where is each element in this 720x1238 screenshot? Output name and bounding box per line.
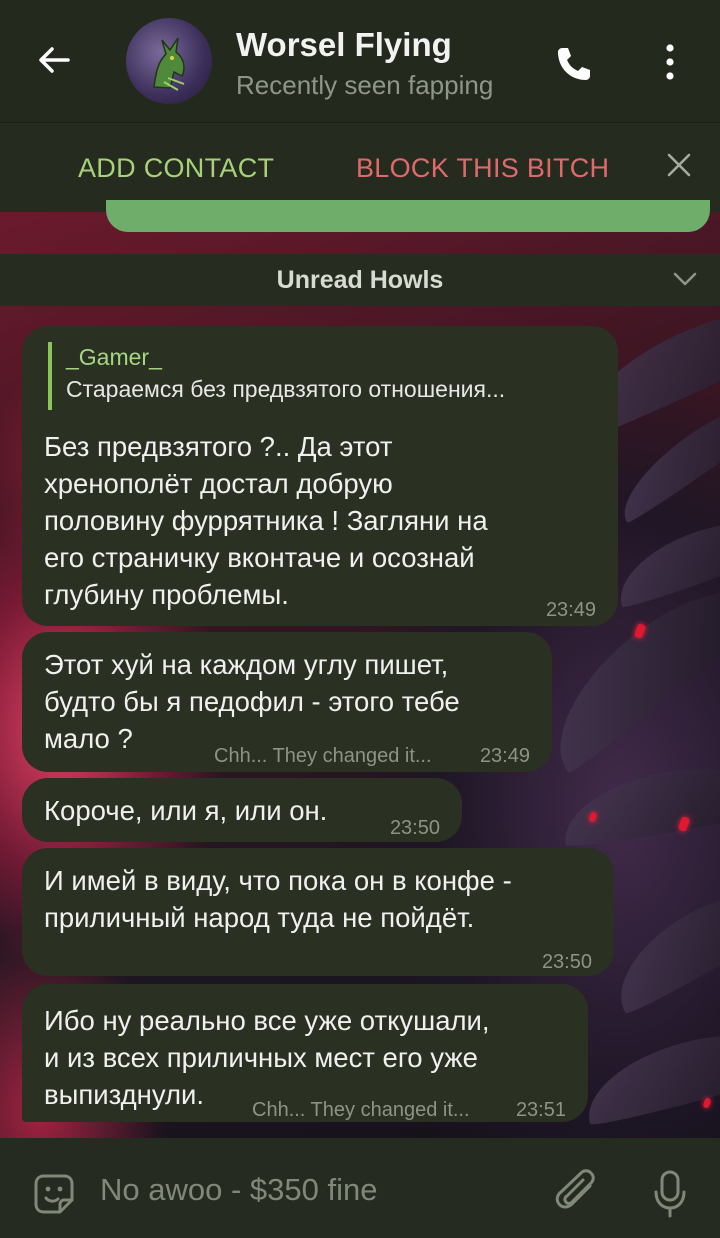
back-arrow-icon[interactable] bbox=[34, 40, 74, 80]
message-time: 23:50 bbox=[541, 951, 592, 973]
reply-quote[interactable]: _Gamer_ Стараемся без предвзятого отноше… bbox=[48, 342, 608, 410]
message-line: Ибо ну реально все уже откушали, bbox=[44, 1005, 490, 1036]
unread-divider: Unread Howls bbox=[0, 254, 720, 306]
message-line: приличный народ туда не пойдёт. bbox=[44, 902, 475, 933]
block-user-button[interactable]: BLOCK THIS BITCH bbox=[356, 153, 609, 184]
message-bubble[interactable]: Этот хуй на каждом углу пишет, будто бы … bbox=[22, 632, 552, 772]
paperclip-icon[interactable] bbox=[554, 1168, 600, 1218]
previous-message-bubble bbox=[106, 200, 710, 232]
message-time: 23:51 bbox=[515, 1099, 566, 1121]
message-input[interactable] bbox=[100, 1166, 520, 1214]
phone-icon[interactable] bbox=[552, 42, 596, 86]
message-line: будто бы я педофил - этого тебе bbox=[44, 686, 460, 717]
contact-action-bar: ADD CONTACT BLOCK THIS BITCH bbox=[0, 122, 720, 212]
more-vertical-icon[interactable] bbox=[660, 42, 680, 82]
message-bubble[interactable]: И имей в виду, что пока он в конфе - при… bbox=[22, 848, 614, 976]
message-line: Без предвзятого ?.. Да этот bbox=[44, 431, 393, 462]
message-input-bar bbox=[0, 1138, 720, 1238]
chat-header: Worsel Flying Recently seen fapping bbox=[0, 0, 720, 122]
message-time: 23:50 bbox=[389, 817, 440, 839]
message-line: его страничку вконтаче и осознай bbox=[44, 542, 475, 573]
message-line: Короче, или я, или он. bbox=[44, 795, 328, 826]
message-bubble[interactable]: Короче, или я, или он. 23:50 bbox=[22, 778, 462, 842]
message-line: глубину проблемы. bbox=[44, 579, 289, 610]
last-seen-status: Recently seen fapping bbox=[236, 70, 494, 100]
avatar[interactable] bbox=[126, 18, 212, 104]
add-contact-button[interactable]: ADD CONTACT bbox=[78, 153, 274, 184]
message-line: И имей в виду, что пока он в конфе - bbox=[44, 865, 512, 896]
unread-label: Unread Howls bbox=[276, 266, 444, 294]
message-bubble[interactable]: Ибо ну реально все уже откушали, и из вс… bbox=[22, 984, 588, 1122]
edited-label: Chh... They changed it... bbox=[252, 1099, 470, 1121]
message-bubble[interactable]: _Gamer_ Стараемся без предвзятого отноше… bbox=[22, 326, 618, 626]
message-line: и из всех приличных мест его уже bbox=[44, 1042, 478, 1073]
reply-text: Стараемся без предвзятого отношения... bbox=[66, 376, 506, 402]
chevron-down-icon[interactable] bbox=[672, 270, 698, 288]
message-line: половину фуррятника ! Загляни на bbox=[44, 505, 488, 536]
microphone-icon[interactable] bbox=[652, 1168, 688, 1220]
dragon-avatar-icon bbox=[153, 37, 185, 91]
contact-name[interactable]: Worsel Flying bbox=[236, 26, 452, 64]
message-line: Этот хуй на каждом углу пишет, bbox=[44, 649, 449, 680]
reply-author: _Gamer_ bbox=[66, 344, 162, 370]
edited-label: Chh... They changed it... bbox=[214, 745, 432, 767]
close-icon[interactable] bbox=[664, 150, 694, 180]
sticker-emoji-icon[interactable] bbox=[30, 1170, 78, 1218]
message-time: 23:49 bbox=[545, 599, 596, 621]
message-line: хренополёт достал добрую bbox=[44, 468, 393, 499]
message-time: 23:49 bbox=[479, 745, 530, 767]
